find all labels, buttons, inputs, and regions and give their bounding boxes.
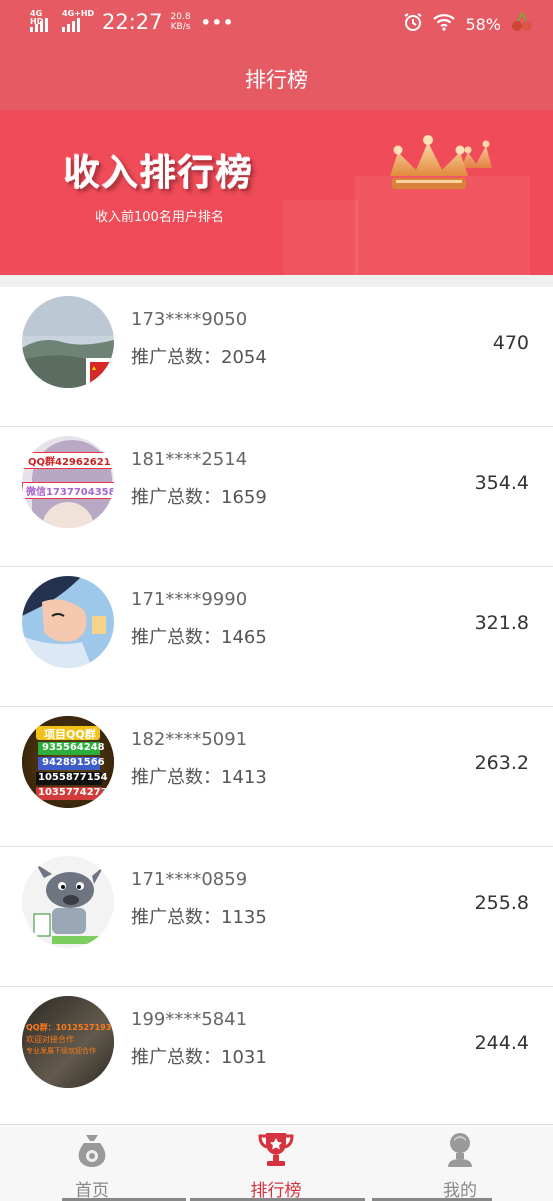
avatar: [22, 296, 114, 388]
list-item[interactable]: 171****0859 推广总数：1135 255.8: [0, 847, 553, 987]
user-phone: 182****5091: [131, 729, 248, 750]
promotion-count: 推广总数：1465: [131, 627, 267, 648]
list-item[interactable]: 173****9050 推广总数：2054 470: [0, 287, 553, 427]
user-phone: 171****9990: [131, 589, 248, 610]
user-phone: 199****5841: [131, 1009, 248, 1030]
ranking-banner: 收入排行榜 收入前100名用户排名: [0, 110, 553, 275]
signal-icon: 4G HD: [30, 10, 56, 32]
money-bag-icon: [78, 1135, 106, 1167]
avatar: 项目QQ群 935564248 942891566 1055877154 103…: [22, 716, 114, 808]
trophy-icon: [258, 1133, 294, 1166]
user-icon: [448, 1133, 472, 1167]
battery-level: 58%: [465, 14, 501, 34]
income-value: 255.8: [474, 892, 529, 914]
income-value: 244.4: [474, 1032, 529, 1054]
tab-ranking[interactable]: 排行榜: [184, 1125, 368, 1201]
user-phone: 171****0859: [131, 869, 248, 890]
status-time: 22:27: [102, 10, 163, 34]
tab-home[interactable]: 首页: [0, 1125, 184, 1201]
promotion-count: 推广总数：1031: [131, 1047, 267, 1068]
user-phone: 181****2514: [131, 449, 248, 470]
cherry-icon: [511, 11, 533, 37]
list-item[interactable]: 项目QQ群 935564248 942891566 1055877154 103…: [0, 707, 553, 847]
promotion-count: 推广总数：2054: [131, 347, 267, 368]
network-speed: 20.8 KB/s: [170, 12, 191, 32]
wifi-icon: [433, 13, 456, 35]
ranking-list: 173****9050 推广总数：2054 470 QQ群429626214 微…: [0, 287, 553, 1127]
page-title: 排行榜: [245, 68, 308, 92]
income-value: 263.2: [474, 752, 529, 774]
list-item[interactable]: QQ群429626214 微信17377043581 181****2514 推…: [0, 427, 553, 567]
avatar: QQ群：1012527193 欢迎对接合作 专业发展下级欢迎合作: [22, 996, 114, 1088]
network-type-label-2: 4G+HD: [62, 9, 95, 18]
bottom-tab-bar: 首页 排行榜 我的: [0, 1124, 553, 1201]
navigation-bar: 排行榜: [0, 44, 553, 110]
promotion-count: 推广总数：1135: [131, 907, 267, 928]
section-divider: [0, 275, 553, 287]
more-notifications-icon: •••: [200, 12, 235, 32]
list-item[interactable]: QQ群：1012527193 欢迎对接合作 专业发展下级欢迎合作 199****…: [0, 987, 553, 1127]
income-value: 321.8: [474, 612, 529, 634]
income-value: 470: [492, 332, 529, 354]
signal-icon-2: 4G+HD: [62, 10, 94, 32]
status-bar: 4G HD 4G+HD 22:27 20.8 KB/s ••• 58%: [0, 0, 553, 44]
income-value: 354.4: [474, 472, 529, 494]
promotion-count: 推广总数：1659: [131, 487, 267, 508]
crown-icon: [390, 135, 492, 189]
list-item[interactable]: 171****9990 推广总数：1465 321.8: [0, 567, 553, 707]
avatar: [22, 856, 114, 948]
avatar: QQ群429626214 微信17377043581: [22, 436, 114, 528]
promotion-count: 推广总数：1413: [131, 767, 267, 788]
tab-mine[interactable]: 我的: [368, 1125, 552, 1201]
alarm-icon: [403, 12, 423, 36]
banner-title: 收入排行榜: [64, 153, 255, 194]
user-phone: 173****9050: [131, 309, 248, 330]
avatar: [22, 576, 114, 668]
banner-subtitle: 收入前100名用户排名: [95, 210, 224, 225]
